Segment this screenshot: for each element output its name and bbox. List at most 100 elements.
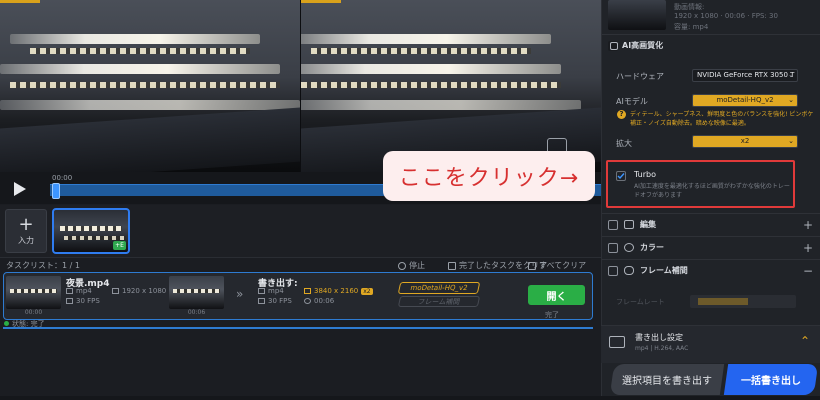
open-button[interactable]: 開く: [528, 285, 585, 305]
chevron-down-icon: ⌄: [788, 137, 794, 145]
hardware-select[interactable]: NVIDIA GeForce RTX 3050 T ⌄: [692, 69, 798, 82]
ai-icon: [610, 42, 618, 50]
turbo-description: AI加工速度を最適化するほど画質がわずかな強化のトレードオフがあります: [634, 183, 790, 199]
output-resolution: 3840 x 2160 x2: [304, 287, 373, 295]
plus-icon: +: [18, 213, 34, 235]
edit-section-header[interactable]: 編集 +: [602, 213, 820, 235]
turbo-title: Turbo: [634, 170, 657, 179]
play-button[interactable]: [8, 178, 30, 200]
preview-area: [0, 0, 601, 172]
export-all-button[interactable]: 一括書き出し: [723, 364, 819, 395]
play-icon: [14, 182, 26, 196]
ai-model-select[interactable]: moDetail-HQ_v2 ⌄: [692, 94, 798, 107]
model-tag: moDetail-HQ_v2: [397, 282, 481, 294]
clear-all-button[interactable]: すべてクリア: [528, 260, 586, 271]
collapse-icon[interactable]: −: [803, 264, 813, 278]
frame-interp-title: フレーム補間: [640, 266, 688, 275]
source-thumbnail: [6, 276, 61, 309]
video-info-line1: 1920 x 1080 · 00:06 · FPS: 30: [674, 12, 778, 20]
chevron-right-icon: »: [236, 287, 244, 301]
app-window: 00:00 + 入力 +E タスクリスト：1 / 1 停止 完了したタスクをクリ…: [0, 0, 820, 400]
output-thumbnail: [169, 276, 224, 309]
source-thumb-time: 00:00: [24, 309, 43, 316]
file-icon: [66, 288, 73, 294]
fps-icon: [258, 298, 265, 304]
stop-button[interactable]: 停止: [398, 260, 425, 271]
done-label: 完了: [545, 311, 559, 319]
export-selected-label: 選択項目を書き出す: [622, 376, 712, 387]
enhance-badge: +E: [113, 241, 126, 250]
expand-icon[interactable]: +: [803, 241, 813, 255]
add-input-button[interactable]: + 入力: [5, 209, 47, 253]
frame-interp-checkbox[interactable]: [608, 266, 618, 276]
output-thumb-time: 00:06: [187, 309, 206, 316]
chevron-down-icon: ⌄: [788, 96, 794, 104]
ai-model-label: AIモデル: [616, 97, 648, 106]
edit-icon: [624, 220, 634, 229]
video-info-label: 動画情報:: [674, 3, 705, 11]
export-settings-sub: mp4 | H.264, AAC: [635, 345, 689, 352]
frame-rate-select: [690, 295, 796, 308]
expand-icon[interactable]: +: [803, 218, 813, 232]
frame-interp-section-header[interactable]: フレーム補間 −: [602, 259, 820, 281]
export-settings-title: 書き出し設定: [635, 333, 683, 342]
output-fps: 30 FPS: [258, 297, 292, 305]
clear-all-label: すべてクリア: [539, 261, 587, 270]
media-thumbnail[interactable]: +E: [52, 208, 130, 254]
resolution-icon: [304, 288, 311, 294]
edit-title: 編集: [640, 220, 656, 229]
media-strip: + 入力 +E: [0, 205, 601, 257]
bottom-strip: [0, 396, 820, 400]
scale-badge: x2: [361, 288, 373, 295]
resolution-icon: [112, 288, 119, 294]
current-time: 00:00: [52, 174, 73, 182]
ai-enhance-title: AI高画質化: [622, 41, 664, 50]
scale-label: 拡大: [616, 139, 632, 148]
file-icon: [258, 288, 265, 294]
fps-icon: [66, 298, 73, 304]
export-all-label: 一括書き出し: [741, 376, 801, 387]
tasklist-header: タスクリスト：1 / 1 停止 完了したタスクをクリア すべてクリア: [0, 257, 601, 271]
output-duration: 00:06: [304, 297, 334, 305]
frame-rate-label: フレームレート: [616, 298, 665, 306]
turbo-checkbox[interactable]: [616, 171, 626, 181]
playhead-handle[interactable]: [52, 183, 60, 199]
trash-icon: [528, 261, 536, 270]
help-icon: ?: [617, 110, 626, 119]
tasklist-title: タスクリスト：1 / 1: [6, 261, 80, 270]
source-resolution: 1920 x 1080: [112, 287, 166, 295]
preview-original: [0, 0, 300, 172]
chevrons-up-icon[interactable]: ⌃: [800, 334, 810, 348]
video-info-line2: 容量: mp4: [674, 23, 709, 31]
export-selected-button[interactable]: 選択項目を書き出す: [609, 364, 725, 395]
source-format: mp4: [66, 287, 92, 295]
ai-enhance-section-header[interactable]: AI高画質化: [602, 34, 820, 56]
stop-label: 停止: [409, 261, 425, 270]
monitor-icon: [609, 336, 625, 348]
palette-icon: [624, 243, 634, 252]
task-area-empty: [0, 330, 601, 400]
export-settings[interactable]: 書き出し設定 mp4 | H.264, AAC ⌃: [601, 325, 820, 363]
clock-icon: [304, 298, 311, 304]
hardware-label: ハードウェア: [616, 72, 664, 81]
output-format: mp4: [258, 287, 284, 295]
color-section-header[interactable]: カラー +: [602, 236, 820, 258]
add-input-label: 入力: [18, 235, 34, 245]
stop-icon: [398, 261, 406, 270]
video-info-thumbnail: [608, 0, 666, 30]
status-dot-icon: [4, 321, 9, 326]
edit-checkbox[interactable]: [608, 220, 618, 230]
task-progress-bar: [3, 327, 593, 329]
frame-interp-tag: フレーム補間: [397, 296, 481, 307]
source-fps: 30 FPS: [66, 297, 100, 305]
scale-select[interactable]: x2 ⌄: [692, 135, 798, 148]
chevron-down-icon: ⌄: [788, 71, 794, 79]
check-icon: [617, 173, 625, 180]
color-checkbox[interactable]: [608, 243, 618, 253]
frame-interp-icon: [624, 266, 634, 275]
task-card[interactable]: 00:00 夜景.mp4 mp4 1920 x 1080 30 FPS 00:0…: [3, 272, 593, 320]
click-here-callout: ここをクリック→: [383, 151, 595, 201]
clear-icon: [448, 261, 456, 270]
color-title: カラー: [640, 243, 664, 252]
turbo-option[interactable]: Turbo AI加工速度を最適化するほど画質がわずかな強化のトレードオフがありま…: [606, 160, 795, 208]
